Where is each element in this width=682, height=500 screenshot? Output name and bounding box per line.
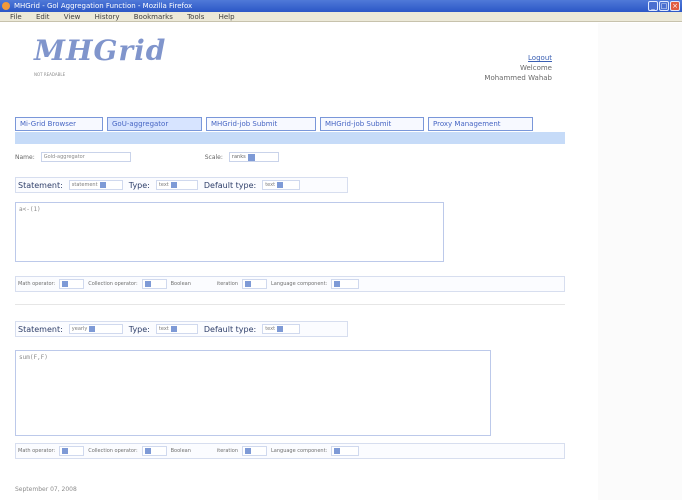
tab-job-submit-a[interactable]: MHGrid-job Submit <box>206 117 316 131</box>
statement-select[interactable]: statement <box>68 180 123 190</box>
section1-toolbar: Statement: statement Type: text Default … <box>15 177 348 193</box>
chevron-down-icon <box>245 281 251 287</box>
logout-link[interactable]: Logout <box>528 54 552 62</box>
minimize-icon[interactable]: _ <box>648 1 658 11</box>
menu-edit[interactable]: Edit <box>36 13 50 21</box>
language-component-select[interactable] <box>331 279 360 289</box>
name-input[interactable]: Gold-aggregator <box>40 152 131 162</box>
iteration-select[interactable] <box>242 446 267 456</box>
operator-bar-1: Math operator: Collection operator: Bool… <box>15 276 565 292</box>
iteration-select[interactable] <box>242 279 267 289</box>
chevron-down-icon <box>144 281 151 287</box>
menu-tools[interactable]: Tools <box>187 13 204 21</box>
close-icon[interactable]: × <box>670 1 680 11</box>
default-type-label: Default type: <box>203 324 257 334</box>
math-operator-label: Math operator: <box>18 448 56 454</box>
type-select[interactable]: text <box>155 324 198 334</box>
code-content-1: a<-(1) <box>19 206 41 213</box>
maximize-icon[interactable]: □ <box>659 1 669 11</box>
boolean-label: Boolean <box>170 448 191 454</box>
menu-bar: File Edit View History Bookmarks Tools H… <box>0 12 682 22</box>
default-type-select[interactable]: text <box>262 324 301 334</box>
chevron-down-icon <box>62 281 69 287</box>
type-label: Type: <box>128 180 150 190</box>
code-editor-2[interactable]: sum(F,F) <box>15 350 491 436</box>
tab-job-submit-b[interactable]: MHGrid-job Submit <box>320 117 424 131</box>
menu-view[interactable]: View <box>64 13 81 21</box>
tab-aggregator[interactable]: GoU-aggregator <box>107 117 202 131</box>
chevron-down-icon <box>170 182 177 188</box>
default-type-select[interactable]: text <box>262 180 301 190</box>
footer-date: September 07, 2008 <box>15 486 77 493</box>
type-label: Type: <box>128 324 150 334</box>
collection-operator-label: Collection operator: <box>88 448 138 454</box>
chevron-down-icon <box>247 153 255 161</box>
window-titlebar: MHGrid - Gol Aggregation Function - Mozi… <box>0 0 682 12</box>
default-type-label: Default type: <box>203 180 257 190</box>
section-divider <box>15 304 565 305</box>
chevron-down-icon <box>170 326 177 332</box>
language-component-label: Language component: <box>271 281 328 287</box>
scale-label: Scale: <box>204 153 223 161</box>
iteration-label: iteration <box>216 281 238 287</box>
menu-file[interactable]: File <box>10 13 22 21</box>
section2-toolbar: Statement: yearly Type: text Default typ… <box>15 321 348 337</box>
firefox-icon <box>2 2 10 10</box>
chevron-down-icon <box>89 326 96 332</box>
window-controls: _ □ × <box>648 1 680 11</box>
collection-operator-select[interactable] <box>141 279 167 289</box>
tab-content-bar <box>15 132 565 144</box>
chevron-down-icon <box>277 182 284 188</box>
language-component-select[interactable] <box>331 446 360 456</box>
tab-browser[interactable]: Mi-Grid Browser <box>15 117 103 131</box>
language-component-label: Language component: <box>271 448 328 454</box>
scale-select[interactable]: ranks <box>228 152 279 162</box>
tab-proxy-management[interactable]: Proxy Management <box>428 117 533 131</box>
window-title: MHGrid - Gol Aggregation Function - Mozi… <box>14 2 193 10</box>
mhgrid-logo: MHGrid <box>34 34 167 67</box>
operator-bar-2: Math operator: Collection operator: Bool… <box>15 443 565 459</box>
logo-tagline: NOT READABLE <box>34 72 66 77</box>
user-name: Mohammed Wahab <box>484 74 552 82</box>
code-content-2: sum(F,F) <box>19 354 48 361</box>
collection-operator-label: Collection operator: <box>88 281 138 287</box>
type-select[interactable]: text <box>155 180 198 190</box>
name-row: Name: Gold-aggregator Scale: ranks <box>15 151 279 163</box>
statement-select[interactable]: yearly <box>68 324 123 334</box>
scroll-track[interactable] <box>598 23 682 500</box>
iteration-label: iteration <box>216 448 238 454</box>
code-editor-1[interactable]: a<-(1) <box>15 202 444 262</box>
welcome-text: Welcome <box>519 64 552 72</box>
main-tabs: Mi-Grid Browser GoU-aggregator MHGrid-jo… <box>15 117 565 131</box>
statement-label: Statement: <box>18 324 63 334</box>
math-operator-select[interactable] <box>59 279 85 289</box>
collection-operator-select[interactable] <box>141 446 167 456</box>
chevron-down-icon <box>62 448 69 454</box>
statement-label: Statement: <box>18 180 63 190</box>
menu-help[interactable]: Help <box>219 13 235 21</box>
chevron-down-icon <box>277 326 284 332</box>
menu-bookmarks[interactable]: Bookmarks <box>134 13 173 21</box>
name-label: Name: <box>15 153 35 161</box>
chevron-down-icon <box>245 448 251 454</box>
chevron-down-icon <box>334 281 341 287</box>
math-operator-label: Math operator: <box>18 281 56 287</box>
chevron-down-icon <box>144 448 151 454</box>
menu-history[interactable]: History <box>95 13 120 21</box>
chevron-down-icon <box>99 182 106 188</box>
boolean-label: Boolean <box>170 281 191 287</box>
math-operator-select[interactable] <box>59 446 85 456</box>
chevron-down-icon <box>334 448 341 454</box>
